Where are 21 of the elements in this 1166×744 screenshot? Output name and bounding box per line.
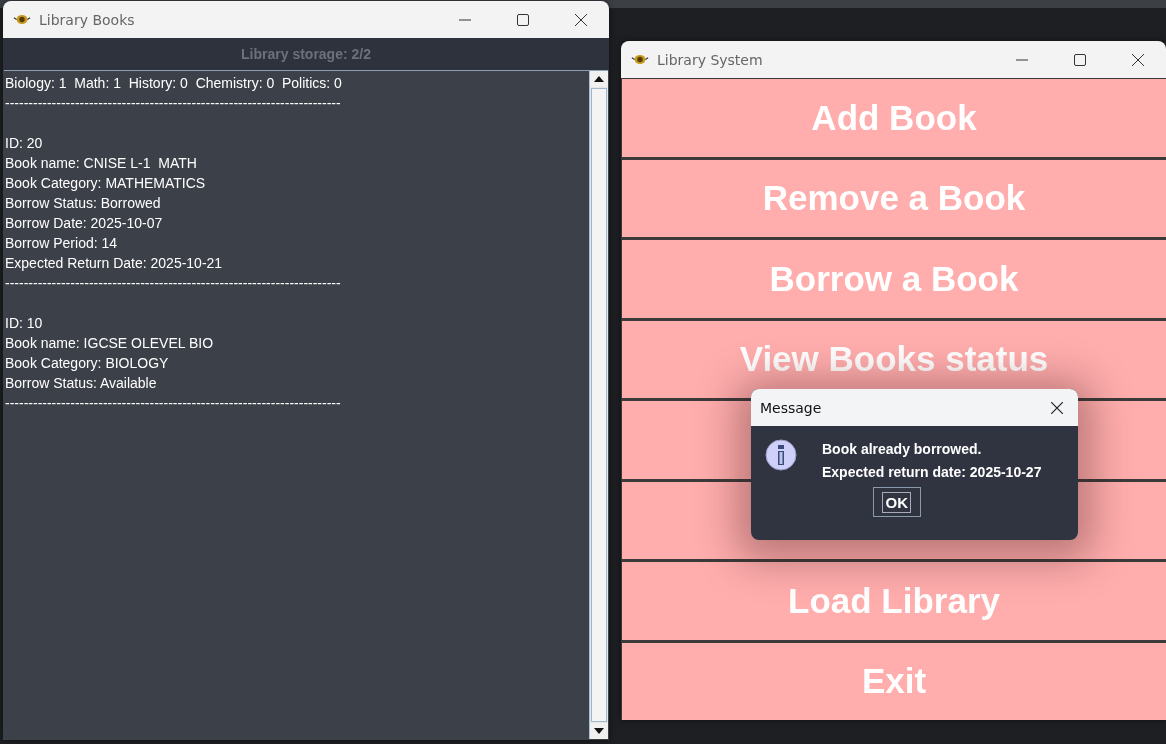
text-line: Book name: CNISE L-1 MATH (5, 154, 198, 173)
text-line: Expected Return Date: 2025-10-21 (5, 254, 224, 273)
text-line: Borrow Date: 2025-10-07 (5, 214, 164, 233)
dialog-title: Message (760, 399, 822, 416)
text-line: Borrow Status: Available (5, 374, 158, 393)
text-line: ID: 10 (5, 314, 44, 333)
separator-line: ------------------------------------------------------------------------ (5, 94, 342, 113)
window-title: Library Books (39, 11, 135, 28)
message-text: Expected return date: 2025-10-27 (822, 463, 1042, 482)
text-line: Borrow Period: 14 (5, 234, 119, 253)
text-line: Book name: IGCSE OLEVEL BIO (5, 334, 215, 353)
separator-line: ------------------------------------------------------------------------ (5, 274, 342, 293)
storage-label: Library storage: 2/2 (241, 46, 371, 62)
message-text: Book already borrowed. (822, 440, 983, 459)
text-line: Biology: 1 Math: 1 History: 0 Chemistry: 0 Politics: 0 (5, 74, 343, 93)
text-line: ID: 20 (5, 134, 44, 153)
text-line: Book Category: MATHEMATICS (5, 174, 207, 193)
text-line: Borrow Status: Borrowed (5, 194, 162, 213)
text-line: Book Category: BIOLOGY (5, 354, 170, 373)
window-title: Library System (657, 51, 763, 68)
separator-line: ------------------------------------------------------------------------ (5, 394, 342, 413)
